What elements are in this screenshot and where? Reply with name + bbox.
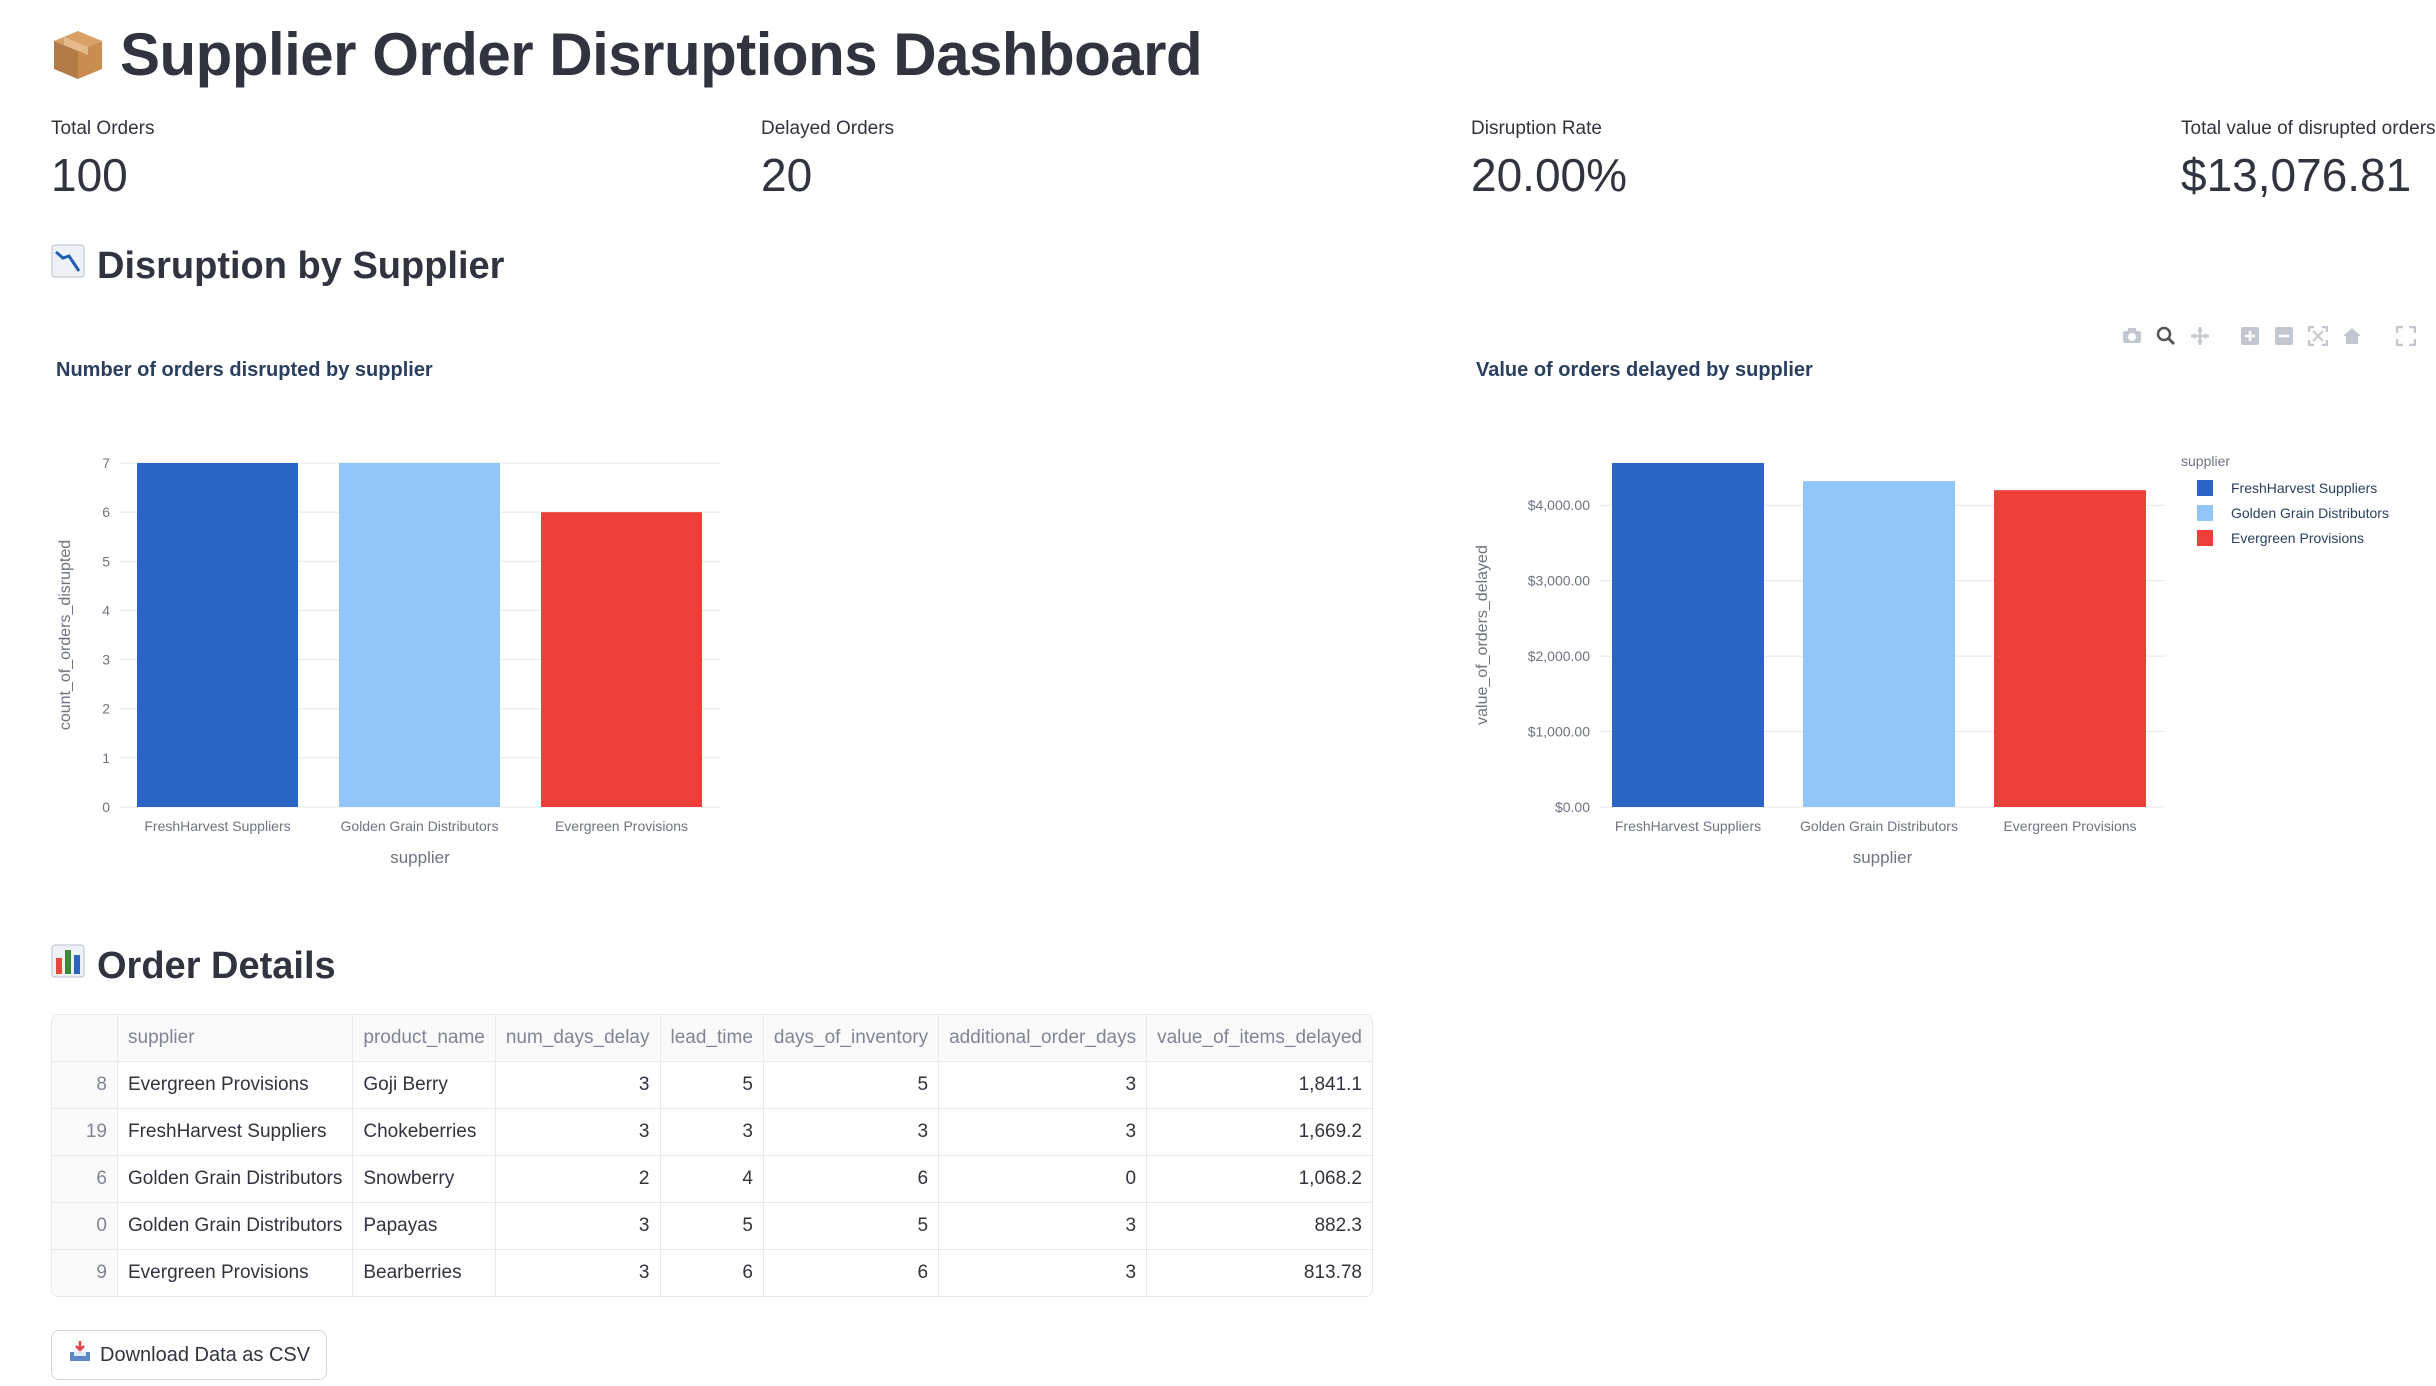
column-header[interactable]: supplier	[117, 1015, 354, 1062]
download-csv-button[interactable]: Download Data as CSV	[51, 1330, 328, 1380]
table-header-row: supplier product_name num_days_delay lea…	[52, 1015, 1372, 1062]
legend-swatch	[2197, 505, 2213, 521]
cell-days-of-inventory[interactable]: 5	[763, 1202, 940, 1250]
cell-value-delayed[interactable]: 1,669.2	[1146, 1108, 1372, 1156]
column-header[interactable]: product_name	[352, 1015, 496, 1062]
cell-supplier[interactable]: Golden Grain Distributors	[117, 1202, 354, 1250]
cell-num-days-delay[interactable]: 3	[495, 1202, 661, 1250]
table-row: 9 Evergreen Provisions Bearberries 3 6 6…	[52, 1249, 1372, 1297]
download-csv-label: Download Data as CSV	[100, 1343, 311, 1366]
section-heading-text: Order Details	[97, 944, 336, 987]
cell-product[interactable]: Papayas	[352, 1202, 496, 1250]
legend-swatch	[2197, 480, 2213, 496]
cell-lead-time[interactable]: 5	[660, 1202, 764, 1250]
cell-product[interactable]: Goji Berry	[352, 1061, 496, 1109]
cell-days-of-inventory[interactable]: 5	[763, 1061, 940, 1109]
cell-days-of-inventory[interactable]: 6	[763, 1155, 940, 1203]
y-tick-label: $1,000.00	[1528, 724, 1590, 740]
chart-value-delayed: $0.00 $1,000.00 $2,000.00 $3,000.00 $4,000.0…	[1474, 453, 2389, 867]
cell-additional-order-days[interactable]: 0	[938, 1155, 1148, 1203]
legend-title: supplier	[2181, 453, 2230, 469]
cell-lead-time[interactable]: 5	[660, 1061, 764, 1109]
cell-num-days-delay[interactable]: 3	[495, 1249, 661, 1296]
y-tick-label: $4,000.00	[1528, 497, 1590, 513]
bar	[1612, 463, 1764, 807]
column-header[interactable]: lead_time	[660, 1015, 764, 1062]
cell-product[interactable]: Chokeberries	[352, 1108, 496, 1156]
y-tick-label: $3,000.00	[1528, 573, 1590, 589]
section-heading-details: Order Details	[51, 944, 336, 988]
table-row: 6 Golden Grain Distributors Snowberry 2 …	[52, 1155, 1372, 1203]
cell-additional-order-days[interactable]: 3	[938, 1249, 1148, 1296]
legend-item: FreshHarvest Suppliers	[2231, 480, 2377, 496]
cell-value-delayed[interactable]: 882.3	[1146, 1202, 1372, 1250]
table-row: 19 FreshHarvest Suppliers Chokeberries 3…	[52, 1108, 1372, 1156]
y-axis-title: value_of_orders_delayed	[1474, 545, 1491, 725]
bar	[1994, 490, 2146, 807]
cell-num-days-delay[interactable]: 2	[495, 1155, 661, 1203]
bar-chart-icon	[51, 944, 85, 988]
legend-item: Evergreen Provisions	[2231, 530, 2364, 546]
cell-num-days-delay[interactable]: 3	[495, 1061, 661, 1109]
cell-additional-order-days[interactable]: 3	[938, 1061, 1148, 1109]
y-tick-label: $2,000.00	[1528, 648, 1590, 664]
row-index[interactable]: 9	[52, 1249, 118, 1296]
cell-days-of-inventory[interactable]: 3	[763, 1108, 940, 1156]
cell-product[interactable]: Snowberry	[352, 1155, 496, 1203]
legend-item: Golden Grain Distributors	[2231, 505, 2389, 521]
legend-swatch	[2197, 530, 2213, 546]
cell-supplier[interactable]: Evergreen Provisions	[117, 1249, 354, 1296]
cell-supplier[interactable]: FreshHarvest Suppliers	[117, 1108, 354, 1156]
cell-num-days-delay[interactable]: 3	[495, 1108, 661, 1156]
cell-supplier[interactable]: Golden Grain Distributors	[117, 1155, 354, 1203]
cell-value-delayed[interactable]: 1,841.1	[1146, 1061, 1372, 1109]
cell-days-of-inventory[interactable]: 6	[763, 1249, 940, 1296]
row-index[interactable]: 8	[52, 1061, 118, 1109]
order-details-table[interactable]: supplier product_name num_days_delay lea…	[51, 1014, 1373, 1297]
cell-product[interactable]: Bearberries	[352, 1249, 496, 1296]
column-header[interactable]: days_of_inventory	[763, 1015, 940, 1062]
column-header-index[interactable]	[52, 1015, 118, 1062]
x-tick-label: FreshHarvest Suppliers	[1615, 818, 1761, 834]
table-row: 8 Evergreen Provisions Goji Berry 3 5 5 …	[52, 1061, 1372, 1109]
cell-additional-order-days[interactable]: 3	[938, 1108, 1148, 1156]
column-header[interactable]: additional_order_days	[938, 1015, 1148, 1062]
column-header[interactable]: value_of_items_delayed	[1146, 1015, 1372, 1062]
row-index[interactable]: 0	[52, 1202, 118, 1250]
row-index[interactable]: 19	[52, 1108, 118, 1156]
cell-lead-time[interactable]: 4	[660, 1155, 764, 1203]
x-tick-label: Golden Grain Distributors	[1800, 818, 1958, 834]
bar	[1803, 481, 1955, 807]
row-index[interactable]: 6	[52, 1155, 118, 1203]
inbox-tray-icon	[68, 1340, 92, 1370]
cell-lead-time[interactable]: 6	[660, 1249, 764, 1296]
x-tick-label: Evergreen Provisions	[2003, 818, 2136, 834]
x-axis-title: supplier	[1853, 848, 1913, 867]
cell-value-delayed[interactable]: 813.78	[1147, 1250, 1372, 1297]
table-row: 0 Golden Grain Distributors Papayas 3 5 …	[52, 1202, 1372, 1250]
cell-lead-time[interactable]: 3	[660, 1108, 764, 1156]
cell-value-delayed[interactable]: 1,068.2	[1146, 1155, 1372, 1203]
cell-additional-order-days[interactable]: 3	[938, 1202, 1148, 1250]
y-tick-label: $0.00	[1555, 799, 1590, 815]
cell-supplier[interactable]: Evergreen Provisions	[117, 1061, 354, 1109]
column-header[interactable]: num_days_delay	[495, 1015, 661, 1062]
